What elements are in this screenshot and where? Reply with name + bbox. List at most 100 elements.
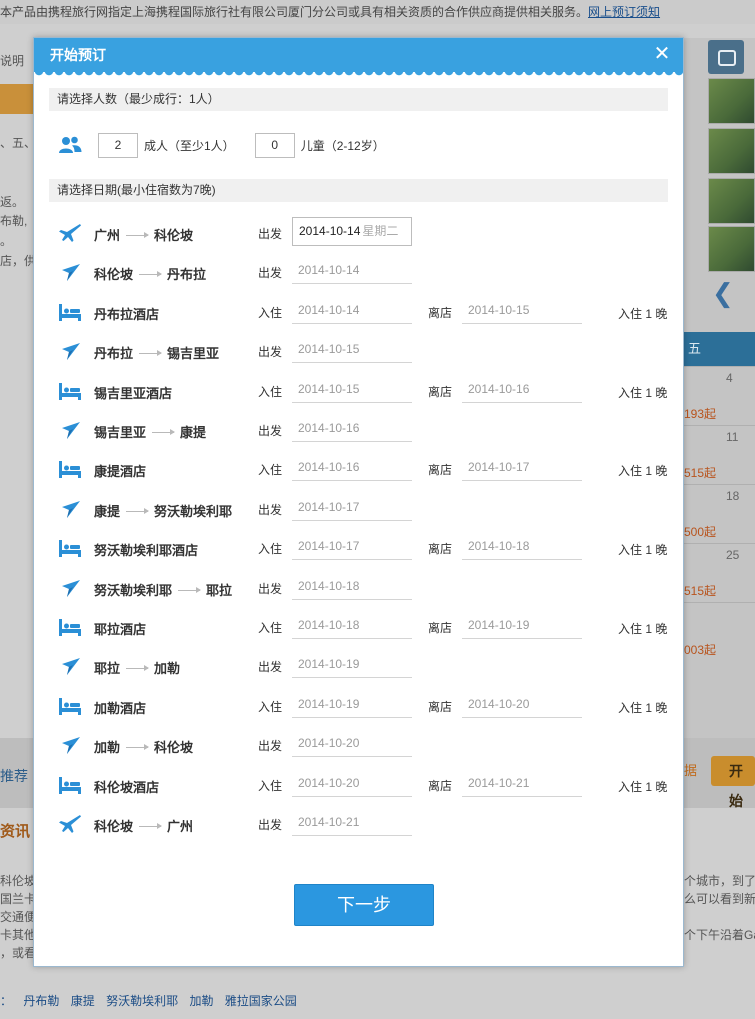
bg-fragment: 布勒, [0,214,28,228]
photo-thumbnail[interactable] [708,178,755,224]
route-from: 加勒 [94,740,121,756]
route: 广州 科伦坡 [94,225,193,244]
checkout-date-field[interactable]: 2014-10-19 [462,612,582,639]
bg-right-link[interactable]: 据 [684,760,697,779]
route-from: 广州 [94,228,121,243]
nights-label: 入住 1 晚 [618,700,668,715]
checkout-date-field[interactable]: 2014-10-20 [462,691,582,718]
checkin-label: 入住 [258,384,283,399]
bg-fragment: 店，供 [0,254,37,268]
hotel-row: 丹布拉酒店 入住 2014-10-14 离店 2014-10-15 入住 1 晚 [58,297,668,327]
destination-link[interactable]: 努沃勒埃利耶 [106,994,178,1008]
depart-date-field[interactable]: 2014-10-14 [292,257,412,285]
destination-link[interactable]: 康提 [71,994,95,1008]
hotel-name-text: 锡吉里亚酒店 [94,385,173,401]
destination-link[interactable]: 雅拉国家公园 [225,994,297,1008]
hotel-name: 丹布拉酒店 [94,304,159,323]
depart-date-field[interactable]: 2014-10-20 [292,730,412,758]
bed-icon [59,540,81,558]
hotel-name: 耶拉酒店 [94,619,146,638]
bg-start-booking-button[interactable]: 开始 [711,756,755,809]
transfer-row: 康提 努沃勒埃利耶 出发 2014-10-17 [58,494,668,524]
depart-date-field[interactable]: 2014-10-14 星期二 [292,217,412,246]
checkin-date-field[interactable]: 2014-10-19 [292,691,412,718]
depart-label: 出发 [258,345,283,360]
depart-label: 出发 [258,818,283,832]
checkout-date-field[interactable]: 2014-10-15 [462,297,582,324]
bed-icon [59,619,81,636]
hotel-name-text: 康提酒店 [94,464,147,480]
checkin-date-field[interactable]: 2014-10-17 [292,533,412,561]
photo-thumbnail[interactable] [708,128,755,174]
route-to: 康提 [180,425,207,440]
airplane-icon [59,815,81,833]
people-section-title: 请选择人数（最少成行：1人） [49,88,668,111]
calendar-cell[interactable]: 11 515起 [684,425,755,483]
depart-date-field[interactable]: 2014-10-17 [292,494,412,521]
bed-icon [59,461,81,479]
route-from: 科伦坡 [94,819,134,834]
calendar-cell[interactable]: 18 500起 [684,484,755,542]
booking-notice-link[interactable]: 网上预订须知 [588,5,660,19]
calendar-day: 11 [726,430,739,444]
bottom-links-prefix: ： [0,994,13,1008]
calendar-price: 515起 [684,466,717,480]
depart-date-field[interactable]: 2014-10-21 [292,809,412,836]
hotel-name: 康提酒店 [94,461,146,480]
depart-date-field[interactable]: 2014-10-18 [292,573,412,600]
checkout-date-field[interactable]: 2014-10-17 [462,454,582,482]
hotel-row: 科伦坡酒店 入住 2014-10-20 离店 2014-10-21 入住 1 晚 [58,770,668,800]
checkin-date-field[interactable]: 2014-10-16 [292,454,412,482]
camera-icon[interactable] [708,40,744,74]
route-arrow-icon [126,744,150,751]
checkout-date-field[interactable]: 2014-10-21 [462,770,582,797]
nights-label: 入住 1 晚 [618,622,668,636]
hotel-row: 锡吉里亚酒店 入住 2014-10-15 离店 2014-10-16 入住 1 晚 [58,376,668,406]
people-icon [59,136,82,153]
bg-orange-tab [0,84,34,114]
checkout-date-field[interactable]: 2014-10-16 [462,376,582,403]
calendar-price: 193起 [684,407,717,421]
checkout-label: 离店 [428,463,453,478]
header-wave-edge [34,71,683,77]
transfer-arrow-icon [62,737,80,755]
photo-thumbnail[interactable] [708,226,755,272]
destination-link[interactable]: 丹布勒 [23,994,59,1008]
depart-date-field[interactable]: 2014-10-16 [292,415,412,442]
next-step-button[interactable]: 下一步 [294,884,434,926]
bg-paragraph-line: 科伦坡 [0,874,37,888]
close-icon[interactable]: ✕ [651,43,673,65]
calendar-cell[interactable]: 4 193起 [684,366,755,424]
transfer-arrow-icon [62,264,80,282]
transfer-arrow-icon [62,658,80,676]
checkout-date-field[interactable]: 2014-10-18 [462,533,582,561]
bg-paragraph-line: 卡其他 [0,928,37,942]
checkin-date-field[interactable]: 2014-10-18 [292,612,412,639]
nights-label: 入住 1 晚 [618,779,668,794]
checkin-date-field[interactable]: 2014-10-14 [292,297,412,324]
hotel-row: 康提酒店 入住 2014-10-16 离店 2014-10-17 入住 1 晚 [58,454,668,484]
checkout-label: 离店 [428,384,453,399]
top-notice: 本产品由携程旅行网指定上海携程国际旅行社有限公司厦门分公司或具有相关资质的合作供… [0,0,755,24]
depart-label: 出发 [258,502,283,517]
adults-count-input[interactable]: 2 [98,132,138,158]
checkin-date-field[interactable]: 2014-10-20 [292,770,412,797]
calendar-cell[interactable]: 003起 [684,602,755,682]
checkin-date-field[interactable]: 2014-10-15 [292,376,412,403]
checkout-label: 离店 [428,542,453,557]
depart-date-field[interactable]: 2014-10-19 [292,651,412,679]
bed-icon [59,303,81,321]
depart-label: 出发 [258,227,283,241]
children-count-input[interactable]: 0 [254,132,295,158]
bed-icon [59,382,81,400]
bg-fragment: 说明 [0,54,25,68]
destination-link[interactable]: 加勒 [189,994,213,1008]
gallery-prev-icon[interactable]: ❮ [712,278,734,309]
route-from: 努沃勒埃利耶 [94,582,173,598]
transfer-arrow-icon [62,579,80,597]
hotel-name-text: 耶拉酒店 [94,622,147,637]
photo-thumbnail[interactable] [708,78,755,124]
calendar-cell[interactable]: 25 515起 [684,543,755,601]
depart-date-field[interactable]: 2014-10-15 [292,336,412,364]
transfer-row: 加勒 科伦坡 出发 2014-10-20 [58,730,668,760]
